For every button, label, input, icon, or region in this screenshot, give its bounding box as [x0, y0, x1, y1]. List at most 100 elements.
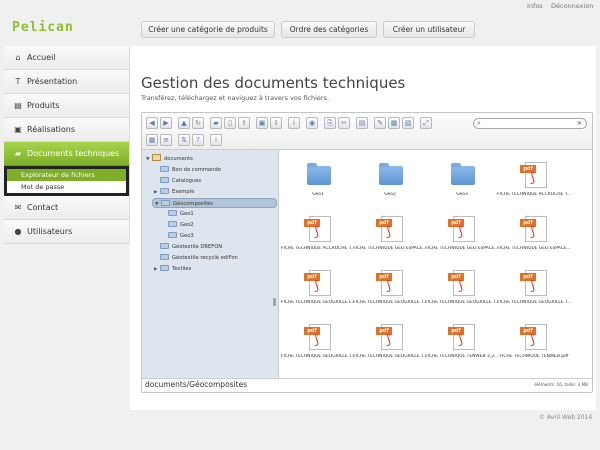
- infos-link[interactable]: Infos: [527, 2, 543, 10]
- folder-tree: ▼ documents Bon de commande Catalogues ▶ E…: [142, 150, 279, 378]
- search-input[interactable]: ⌕ ✕: [473, 118, 587, 129]
- up-icon[interactable]: ▲: [178, 117, 190, 129]
- file-item[interactable]: pdf ⟆ FICHE TECHNIQUE ACCROCHE T...: [281, 212, 355, 260]
- folder-item[interactable]: Geo2: [353, 158, 427, 206]
- info-icon[interactable]: i: [288, 117, 300, 129]
- tree-scrollbar[interactable]: [273, 298, 276, 306]
- file-name: Geo2: [384, 192, 396, 197]
- sidebar-item-presentation[interactable]: T Présentation: [4, 70, 130, 94]
- create-user-button[interactable]: Créer un utilisateur: [383, 21, 475, 38]
- file-item[interactable]: pdf ⟆ FICHE TECHNIQUE TENWEB 3_2...: [425, 320, 499, 368]
- pdf-file-icon: pdf ⟆: [304, 216, 331, 242]
- acrobat-icon: ⟆: [386, 279, 392, 294]
- footer-copyright: © Avril Web 2014: [539, 414, 593, 421]
- tree-node[interactable]: Bon de commande: [154, 165, 221, 175]
- acrobat-icon: ⟆: [458, 279, 464, 294]
- acrobat-icon: ⟆: [386, 333, 392, 348]
- file-item[interactable]: pdf ⟆ FICHE TECHNIQUE GEO ESPACE...: [425, 212, 499, 260]
- user-icon: ●: [14, 227, 22, 236]
- upload-icon[interactable]: ⇪: [238, 117, 250, 129]
- folder-item[interactable]: Geo3: [425, 158, 499, 206]
- sidebar-item-label: Documents techniques: [27, 149, 120, 158]
- download-icon[interactable]: ⇩: [270, 117, 282, 129]
- file-name: FICHE TECHNIQUE GEOGRILLE T...: [425, 300, 499, 305]
- tree-node[interactable]: Géotextile DREFON: [154, 242, 222, 252]
- tree-node[interactable]: ▶ Textiles: [154, 264, 191, 274]
- pdf-file-icon: pdf ⟆: [448, 324, 475, 350]
- open-icon[interactable]: ▣: [256, 117, 268, 129]
- tree-node-root[interactable]: ▼ documents: [146, 154, 193, 164]
- acrobat-icon: ⟆: [314, 333, 320, 348]
- about-icon[interactable]: i: [210, 134, 222, 146]
- back-icon[interactable]: ◀: [146, 117, 158, 129]
- file-name: FICHE TECHNIQUE TENWEB 3_2...: [425, 354, 499, 359]
- tree-node[interactable]: ▶ Exemple: [154, 187, 194, 197]
- folder-stats: éléments: 16, taille: 3 MB: [534, 382, 588, 387]
- copy-icon[interactable]: ⎘: [324, 117, 336, 129]
- file-item[interactable]: pdf ⟆ FICHE TECHNIQUE GEOGRILLE T...: [353, 266, 427, 314]
- sidebar-item-label: Accueil: [27, 53, 56, 62]
- clear-search-icon[interactable]: ✕: [577, 119, 582, 128]
- file-item[interactable]: pdf ⟆ FICHE TECHNIQUE GEO ESPACE...: [353, 212, 427, 260]
- sidebar-item-contact[interactable]: ✉ Contact: [4, 196, 130, 220]
- folder-icon: [160, 177, 169, 183]
- subnav-item-file-explorer[interactable]: Explorateur de fichiers: [7, 169, 126, 181]
- file-name: FICHE TECHNIQUE ACCROCHE T...: [281, 246, 355, 251]
- tree-node[interactable]: Géotextile recyclé ediFon: [154, 253, 238, 263]
- briefcase-icon: ▣: [14, 125, 22, 134]
- sidebar-item-documents-techniques[interactable]: ▰ Documents techniques: [4, 142, 130, 166]
- file-item[interactable]: pdf ⟆ FICHE TECHNIQUE GEOGRILLE L...: [281, 266, 355, 314]
- file-item[interactable]: pdf ⟆ FICHE TECHNIQUE GEOGRILLE T...: [425, 266, 499, 314]
- file-item[interactable]: pdf ⟆ FICHE TECHNIQUE TENWEB.pdf: [497, 320, 571, 368]
- sidebar-item-produits[interactable]: ▤ Produits: [4, 94, 130, 118]
- file-item[interactable]: pdf ⟆ FICHE TECHNIQUE ACCROCHE T...: [497, 158, 571, 206]
- home-folder-icon: [152, 154, 161, 161]
- pdf-file-icon: pdf ⟆: [448, 216, 475, 242]
- tree-node[interactable]: Geo3: [168, 231, 194, 241]
- folder-icon: [161, 200, 170, 206]
- sort-icon[interactable]: ⇅: [178, 134, 190, 146]
- paste-icon[interactable]: ▤: [356, 117, 368, 129]
- view-list-icon[interactable]: ≡: [160, 134, 172, 146]
- sidebar-item-realisations[interactable]: ▣ Réalisations: [4, 118, 130, 142]
- tree-node[interactable]: Geo1: [168, 209, 194, 219]
- reload-icon[interactable]: ↻: [192, 117, 204, 129]
- cut-icon[interactable]: ✂: [338, 117, 350, 129]
- file-item[interactable]: pdf ⟆ FICHE TECHNIQUE GEO ESPACE...: [497, 212, 571, 260]
- order-categories-button[interactable]: Ordre des catégories: [281, 21, 377, 38]
- extract-icon[interactable]: ▧: [402, 117, 414, 129]
- pdf-file-icon: pdf ⟆: [376, 270, 403, 296]
- file-item[interactable]: pdf ⟆ FICHE TECHNIQUE GEOGRILLE T...: [497, 266, 571, 314]
- file-name: FICHE TECHNIQUE GEOGRILLE T...: [497, 300, 571, 305]
- pdf-file-icon: pdf ⟆: [304, 270, 331, 296]
- rename-icon[interactable]: ✎: [374, 117, 386, 129]
- view-icons-icon[interactable]: ▦: [146, 134, 158, 146]
- subnav-item-password[interactable]: Mot de passe: [7, 181, 126, 193]
- acrobat-icon: ⟆: [314, 279, 320, 294]
- tree-node[interactable]: Catalogues: [154, 176, 201, 186]
- tree-node[interactable]: Geo2: [168, 220, 194, 230]
- new-folder-icon[interactable]: ▰: [210, 117, 222, 129]
- folder-item[interactable]: Geo1: [281, 158, 355, 206]
- sidebar-item-accueil[interactable]: ⌂ Accueil: [4, 46, 130, 70]
- preview-icon[interactable]: ◉: [306, 117, 318, 129]
- help-icon[interactable]: ?: [192, 134, 204, 146]
- text-icon: T: [15, 77, 21, 86]
- resize-icon[interactable]: ⤢: [420, 117, 432, 129]
- folder-icon: [160, 166, 169, 172]
- acrobat-icon: ⟆: [530, 171, 536, 186]
- tree-node-selected[interactable]: ▼ Géocomposites: [152, 198, 277, 208]
- edit-icon[interactable]: ▦: [388, 117, 400, 129]
- new-file-icon[interactable]: ▯: [224, 117, 236, 129]
- file-item[interactable]: pdf ⟆ FICHE TECHNIQUE GEOGRILLE T...: [281, 320, 355, 368]
- logout-link[interactable]: Déconnexion: [551, 2, 593, 10]
- sidebar-item-utilisateurs[interactable]: ● Utilisateurs: [4, 220, 130, 244]
- file-item[interactable]: pdf ⟆ FICHE TECHNIQUE GEOGRILLE T...: [353, 320, 427, 368]
- pdf-file-icon: pdf ⟆: [520, 270, 547, 296]
- folder-icon: [168, 210, 177, 216]
- main-content: Gestion des documents techniques Transfé…: [130, 46, 596, 410]
- create-category-button[interactable]: Créer une catégorie de produits: [141, 21, 275, 38]
- forward-icon[interactable]: ▶: [160, 117, 172, 129]
- top-bar: Infos Déconnexion: [0, 0, 600, 12]
- logo[interactable]: Pelican: [12, 20, 74, 35]
